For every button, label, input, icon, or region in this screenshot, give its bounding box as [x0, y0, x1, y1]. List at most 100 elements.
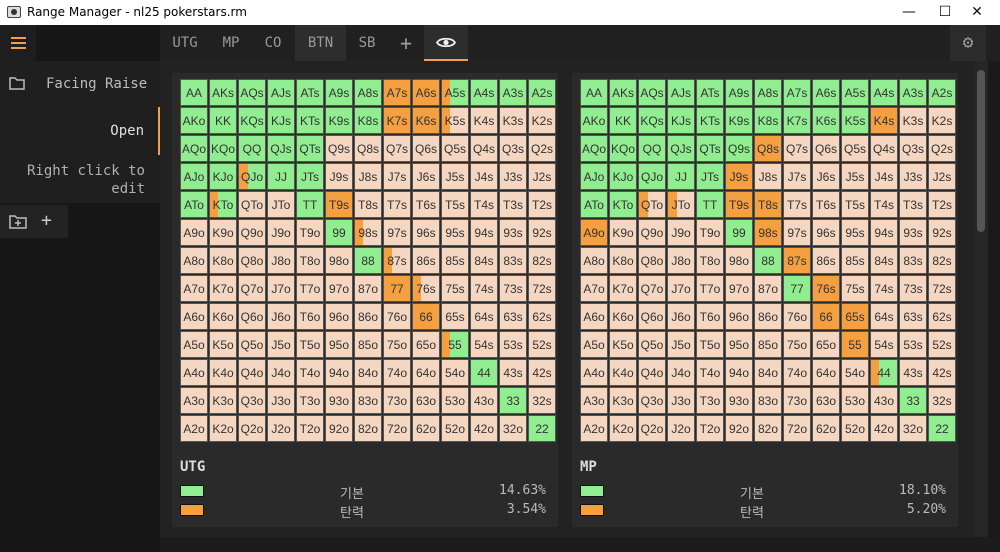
hand-cell[interactable]: J5s [841, 163, 869, 190]
hand-cell[interactable]: 43o [870, 387, 898, 414]
hand-cell[interactable]: AKs [209, 79, 237, 106]
hand-cell[interactable]: QJs [267, 135, 295, 162]
hand-cell[interactable]: 94o [725, 359, 753, 386]
hand-cell[interactable]: 86o [354, 303, 382, 330]
hand-cell[interactable]: K4o [209, 359, 237, 386]
hand-cell[interactable]: T9s [325, 191, 353, 218]
hand-cell[interactable]: 98s [354, 219, 382, 246]
hand-cell[interactable]: 93s [899, 219, 927, 246]
hand-cell[interactable]: T7o [296, 275, 324, 302]
hand-cell[interactable]: 77 [383, 275, 411, 302]
hand-cell[interactable]: QTs [296, 135, 324, 162]
hand-cell[interactable]: 32s [528, 387, 556, 414]
hand-cell[interactable]: Q6o [638, 303, 666, 330]
hand-cell[interactable]: 63o [812, 387, 840, 414]
hand-cell[interactable]: AQo [580, 135, 608, 162]
tab-co[interactable]: CO [256, 25, 290, 61]
hand-cell[interactable]: K9o [209, 219, 237, 246]
hand-cell[interactable]: JTs [696, 163, 724, 190]
hand-cell[interactable]: Q8o [238, 247, 266, 274]
hand-cell[interactable]: K6s [812, 107, 840, 134]
hand-cell[interactable]: QTo [638, 191, 666, 218]
hand-cell[interactable]: 63o [412, 387, 440, 414]
hand-cell[interactable]: T9s [725, 191, 753, 218]
hand-cell[interactable]: K9s [725, 107, 753, 134]
sidebar-item-facing-raise[interactable]: Facing Raise [0, 61, 160, 107]
hand-cell[interactable]: 92o [725, 415, 753, 442]
hand-cell[interactable]: Q4s [870, 135, 898, 162]
hand-cell[interactable]: T4s [470, 191, 498, 218]
hand-cell[interactable]: T6s [412, 191, 440, 218]
hand-cell[interactable]: K5s [441, 107, 469, 134]
hand-cell[interactable]: K8o [609, 247, 637, 274]
hand-cell[interactable]: A5s [841, 79, 869, 106]
hand-cell[interactable]: QQ [638, 135, 666, 162]
hand-cell[interactable]: A2o [580, 415, 608, 442]
hand-cell[interactable]: A6s [412, 79, 440, 106]
hand-cell[interactable]: K7o [209, 275, 237, 302]
hand-cell[interactable]: 87s [783, 247, 811, 274]
hand-cell[interactable]: J3s [899, 163, 927, 190]
hand-cell[interactable]: 86o [754, 303, 782, 330]
hand-cell[interactable]: J6o [667, 303, 695, 330]
hand-cell[interactable]: 32o [899, 415, 927, 442]
hand-cell[interactable]: T9o [696, 219, 724, 246]
hand-cell[interactable]: K4s [470, 107, 498, 134]
hand-cell[interactable]: 97s [783, 219, 811, 246]
hand-cell[interactable]: A4o [180, 359, 208, 386]
view-tab[interactable] [424, 25, 468, 61]
hand-cell[interactable]: J3o [267, 387, 295, 414]
hand-cell[interactable]: 62o [812, 415, 840, 442]
hand-cell[interactable]: A8o [180, 247, 208, 274]
hand-cell[interactable]: T4s [870, 191, 898, 218]
hand-cell[interactable]: 94s [470, 219, 498, 246]
hand-cell[interactable]: A2s [528, 79, 556, 106]
hand-cell[interactable]: 52o [441, 415, 469, 442]
hand-cell[interactable]: K3s [899, 107, 927, 134]
hand-cell[interactable]: 83o [354, 387, 382, 414]
hand-cell[interactable]: 42s [528, 359, 556, 386]
hand-cell[interactable]: KTs [696, 107, 724, 134]
hand-cell[interactable]: A3o [180, 387, 208, 414]
hand-cell[interactable]: A3o [580, 387, 608, 414]
hand-cell[interactable]: T8s [754, 191, 782, 218]
hand-cell[interactable]: 97o [725, 275, 753, 302]
hand-cell[interactable]: 97o [325, 275, 353, 302]
hand-cell[interactable]: T6o [696, 303, 724, 330]
hand-cell[interactable]: QTo [238, 191, 266, 218]
hand-cell[interactable]: Q2s [928, 135, 956, 162]
tab-sb[interactable]: SB [349, 25, 385, 61]
hand-cell[interactable]: Q7o [638, 275, 666, 302]
hand-cell[interactable]: J2o [667, 415, 695, 442]
hand-cell[interactable]: T5o [296, 331, 324, 358]
hand-cell[interactable]: Q3s [899, 135, 927, 162]
hand-cell[interactable]: Q5o [238, 331, 266, 358]
hand-cell[interactable]: K2s [928, 107, 956, 134]
hand-cell[interactable]: J4s [470, 163, 498, 190]
hand-cell[interactable]: J5s [441, 163, 469, 190]
hand-cell[interactable]: KJs [267, 107, 295, 134]
hand-cell[interactable]: 83o [754, 387, 782, 414]
hand-cell[interactable]: 84s [870, 247, 898, 274]
hand-cell[interactable]: 77 [783, 275, 811, 302]
hand-cell[interactable]: Q4o [238, 359, 266, 386]
hand-cell[interactable]: 74o [783, 359, 811, 386]
hand-cell[interactable]: K5o [609, 331, 637, 358]
hand-cell[interactable]: KJs [667, 107, 695, 134]
hand-cell[interactable]: T5s [441, 191, 469, 218]
hand-cell[interactable]: KTo [209, 191, 237, 218]
hand-cell[interactable]: QJo [638, 163, 666, 190]
hand-cell[interactable]: 53o [841, 387, 869, 414]
hand-cell[interactable]: T7s [383, 191, 411, 218]
hand-cell[interactable]: A4s [870, 79, 898, 106]
hand-cell[interactable]: 99 [725, 219, 753, 246]
hand-cell[interactable]: AKo [580, 107, 608, 134]
hand-cell[interactable]: J3s [499, 163, 527, 190]
hand-cell[interactable]: Q5s [441, 135, 469, 162]
hand-cell[interactable]: 32o [499, 415, 527, 442]
hand-cell[interactable]: 86s [412, 247, 440, 274]
hand-cell[interactable]: 93s [499, 219, 527, 246]
hand-cell[interactable]: A8o [580, 247, 608, 274]
hand-cell[interactable]: 53s [899, 331, 927, 358]
hand-cell[interactable]: K7s [383, 107, 411, 134]
